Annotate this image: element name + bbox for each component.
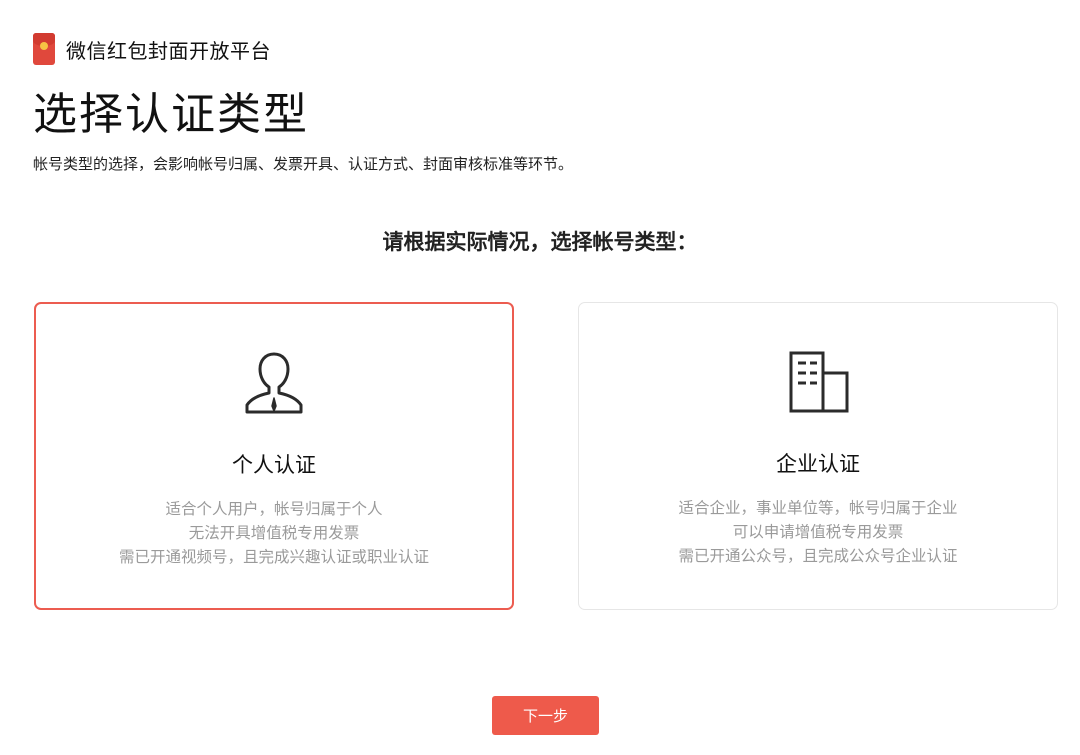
enterprise-verification-card[interactable]: 企业认证 适合企业，事业单位等，帐号归属于企业 可以申请增值税专用发票 需已开通… — [578, 302, 1058, 610]
card-title: 个人认证 — [232, 453, 316, 477]
next-step-button[interactable]: 下一步 — [492, 696, 599, 735]
selection-prompt: 请根据实际情况，选择帐号类型： — [382, 230, 698, 254]
card-description: 适合个人用户，帐号归属于个人 无法开具增值税专用发票 需已开通视频号，且完成兴趣… — [36, 497, 512, 569]
card-line: 无法开具增值税专用发票 — [188, 524, 360, 542]
card-line: 需已开通公众号，且完成公众号企业认证 — [678, 547, 958, 565]
person-icon — [239, 348, 309, 418]
building-icon — [783, 347, 853, 417]
personal-verification-card[interactable]: 个人认证 适合个人用户，帐号归属于个人 无法开具增值税专用发票 需已开通视频号，… — [34, 302, 514, 610]
card-line: 可以申请增值税专用发票 — [732, 523, 904, 541]
card-line: 适合企业，事业单位等，帐号归属于企业 — [678, 499, 958, 517]
card-line: 需已开通视频号，且完成兴趣认证或职业认证 — [118, 548, 429, 566]
app-title: 微信红包封面开放平台 — [66, 38, 271, 63]
card-title: 企业认证 — [776, 452, 860, 476]
card-line: 适合个人用户，帐号归属于个人 — [165, 500, 383, 518]
header: 微信红包封面开放平台 — [33, 33, 271, 65]
card-description: 适合企业，事业单位等，帐号归属于企业 可以申请增值税专用发票 需已开通公众号，且… — [579, 496, 1057, 568]
red-envelope-icon — [33, 33, 55, 65]
page-description: 帐号类型的选择，会影响帐号归属、发票开具、认证方式、封面审核标准等环节。 — [33, 155, 574, 173]
page-title: 选择认证类型 — [33, 89, 309, 140]
